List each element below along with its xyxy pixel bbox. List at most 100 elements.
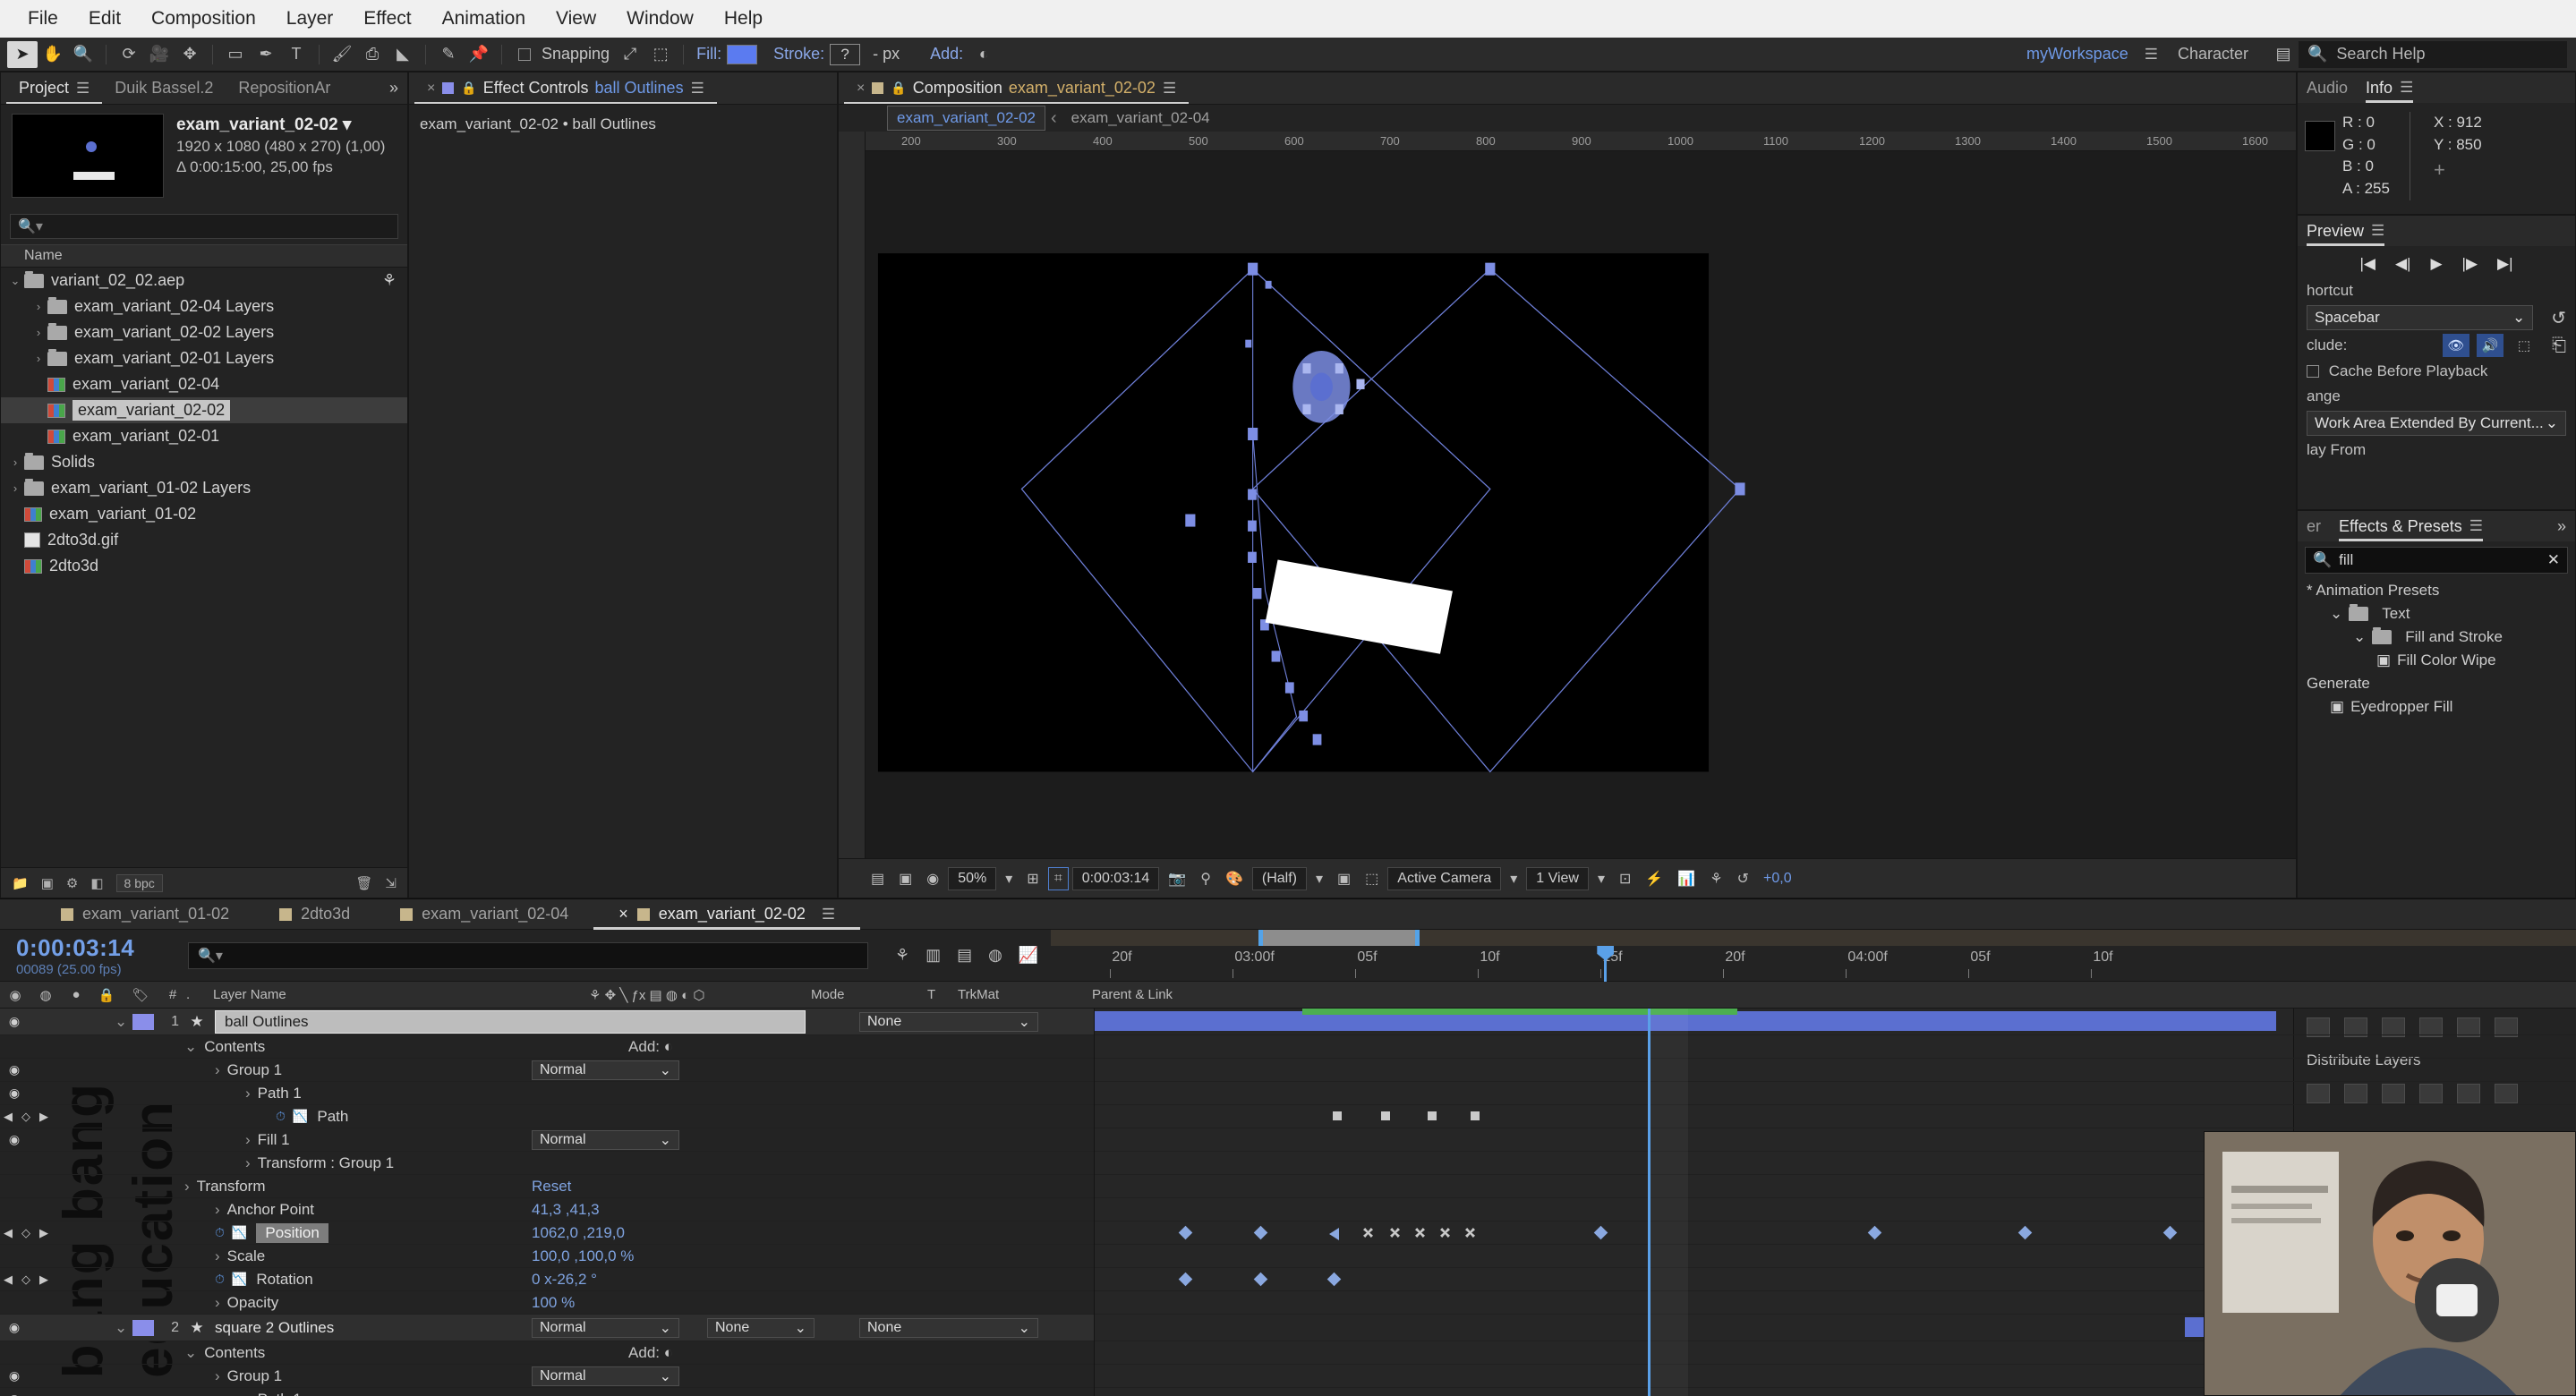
- property-label[interactable]: Position: [256, 1222, 328, 1243]
- transparency-toggle-icon[interactable]: ⬚: [1360, 867, 1384, 890]
- layer-label-color[interactable]: [132, 1319, 154, 1336]
- twirl-right-icon[interactable]: ›: [215, 1367, 220, 1385]
- graph-editor-icon[interactable]: 📈: [1019, 946, 1038, 965]
- clone-stamp-tool-icon[interactable]: ⎙: [357, 41, 388, 68]
- project-item[interactable]: ⌄ variant_02_02.aep ⚘: [1, 268, 407, 294]
- close-icon[interactable]: ×: [857, 81, 865, 97]
- timeline-tab[interactable]: exam_variant_01-02: [36, 899, 254, 930]
- twirl-down-icon[interactable]: ⌄: [184, 1038, 197, 1056]
- new-comp-icon[interactable]: ▣: [41, 875, 54, 891]
- keyframe-marker[interactable]: [1471, 1111, 1480, 1120]
- character-panel-tab[interactable]: Character: [2178, 45, 2248, 64]
- include-video-icon[interactable]: 👁: [2443, 334, 2469, 357]
- snap-vertex-icon[interactable]: ⤢: [615, 41, 645, 68]
- property-value[interactable]: 1062,0 ,219,0: [532, 1224, 625, 1242]
- parent-link-select[interactable]: None ⌄: [859, 1317, 1038, 1338]
- camera-tool-icon[interactable]: 🎥: [144, 41, 175, 68]
- project-item[interactable]: › exam_variant_02-01 Layers: [1, 345, 407, 371]
- project-search-input[interactable]: 🔍▾: [10, 214, 398, 239]
- cache-before-playback-checkbox-icon[interactable]: [2307, 365, 2319, 378]
- visibility-eye-icon[interactable]: ◉: [0, 1392, 29, 1396]
- keyframe-marker[interactable]: [1440, 1228, 1450, 1238]
- keyframe-navigator[interactable]: ◀ ◇ ▶: [4, 1226, 66, 1240]
- keyframe-track[interactable]: [1095, 1105, 2576, 1128]
- twirl-right-icon[interactable]: ›: [245, 1154, 251, 1172]
- hide-shy-layers-icon[interactable]: ▤: [957, 946, 972, 965]
- keyframe-marker[interactable]: [1867, 1225, 1882, 1240]
- composition-viewer[interactable]: 200 300 400 500 600 700 800 900 1000 1100 1200 1300…: [839, 132, 2296, 898]
- twirl-right-icon[interactable]: ›: [245, 1085, 251, 1102]
- anchor-point-tool-icon[interactable]: ✥: [175, 41, 205, 68]
- parent-link-select[interactable]: None ⌄: [859, 1011, 1038, 1032]
- tab-duik-bassel[interactable]: Duik Bassel.2: [102, 72, 226, 104]
- twirl-down-icon[interactable]: ⌄: [115, 1013, 132, 1031]
- search-help-field[interactable]: 🔍 Search Help: [2299, 40, 2567, 68]
- composition-menu-icon[interactable]: ☰: [1163, 80, 1176, 98]
- visibility-eye-icon[interactable]: ◉: [0, 1085, 29, 1101]
- project-item-list[interactable]: ⌄ variant_02_02.aep ⚘ › exam_variant_02-04 L…: [1, 268, 407, 867]
- timeline-menu-icon[interactable]: ☰: [822, 906, 835, 924]
- current-time-display[interactable]: 0:00:03:14: [1071, 866, 1160, 890]
- workspace-menu-icon[interactable]: ☰: [2145, 46, 2158, 64]
- next-keyframe-icon[interactable]: ▶: [39, 1273, 48, 1287]
- delete-icon[interactable]: 🗑: [355, 875, 372, 891]
- effects-preset-item[interactable]: Generate: [2298, 672, 2575, 695]
- tab-prev-partial[interactable]: er: [2307, 517, 2321, 536]
- project-item[interactable]: › Solids: [1, 449, 407, 475]
- resolution-dropdown-icon[interactable]: ▾: [1310, 867, 1328, 890]
- lock-icon[interactable]: 🔒: [891, 81, 906, 96]
- tab-preview[interactable]: Preview ☰: [2307, 216, 2384, 246]
- effects-presets-menu-icon[interactable]: ☰: [2469, 517, 2483, 535]
- toggle-transparency-grid-icon[interactable]: ▤: [866, 867, 890, 890]
- keyframe-navigator[interactable]: ◀ ◇ ▶: [4, 1273, 66, 1287]
- effects-preset-item[interactable]: ▣ Eyedropper Fill: [2298, 695, 2575, 719]
- preview-range-select[interactable]: Work Area Extended By Current... ⌄: [2307, 411, 2566, 436]
- camera-view-select[interactable]: Active Camera: [1387, 866, 1502, 890]
- camera-dropdown-icon[interactable]: ▾: [1505, 867, 1523, 890]
- timeline-property-row[interactable]: › Transform : Group 1: [0, 1152, 1094, 1175]
- playhead[interactable]: [1597, 945, 1615, 982]
- project-flow-icon[interactable]: ⇲: [385, 875, 397, 891]
- keyframe-track[interactable]: [1095, 1059, 2576, 1082]
- twirl-right-icon[interactable]: ›: [30, 352, 47, 365]
- work-area-selection[interactable]: [1258, 929, 1420, 946]
- zoom-tool-icon[interactable]: 🔍: [68, 41, 98, 68]
- twirl-right-icon[interactable]: ›: [30, 300, 47, 313]
- tab-audio[interactable]: Audio: [2307, 79, 2348, 98]
- visibility-eye-icon[interactable]: ◉: [0, 1132, 29, 1147]
- graph-editor-icon[interactable]: 📉: [293, 1109, 308, 1124]
- play-icon[interactable]: ▶: [2430, 255, 2442, 273]
- blend-mode-select[interactable]: Normal ⌄: [532, 1060, 679, 1080]
- type-tool-icon[interactable]: T: [281, 41, 311, 68]
- timeline-layer-row[interactable]: ◉ ⌄ 1 ★ ball Outlines None ⌄: [0, 1009, 1094, 1035]
- menu-item-animation[interactable]: Animation: [427, 0, 541, 38]
- exposure-value[interactable]: +0,0: [1758, 867, 1797, 890]
- add-property-button[interactable]: Add: ◐: [628, 1038, 1094, 1056]
- keyframe-marker[interactable]: [1178, 1272, 1193, 1287]
- region-of-interest-icon[interactable]: ⌗: [1047, 866, 1069, 890]
- stroke-width-value[interactable]: - px: [873, 45, 900, 64]
- chat-widget-button[interactable]: [2415, 1258, 2499, 1342]
- layer-name-input[interactable]: ball Outlines: [215, 1009, 806, 1034]
- stopwatch-icon[interactable]: ⏱: [215, 1272, 225, 1287]
- lock-icon[interactable]: 🔒: [461, 81, 476, 96]
- twirl-down-icon[interactable]: ⌄: [2353, 628, 2366, 646]
- keyframe-marker[interactable]: [1593, 1225, 1608, 1240]
- keyframe-marker[interactable]: [1415, 1228, 1425, 1238]
- twirl-right-icon[interactable]: ›: [245, 1131, 251, 1149]
- region-interest-toggle-icon[interactable]: ▣: [1332, 867, 1356, 890]
- preview-shortcut-select[interactable]: Spacebar ⌄: [2307, 305, 2534, 330]
- composition-mini-flowchart-icon[interactable]: ⚘: [895, 946, 909, 965]
- tab-effects-presets[interactable]: Effects & Presets ☰: [2339, 511, 2483, 541]
- rotation-tool-icon[interactable]: ⟳: [114, 41, 144, 68]
- previous-keyframe-icon[interactable]: ◀: [4, 1273, 13, 1287]
- pixel-aspect-icon[interactable]: ⊡: [1614, 867, 1636, 890]
- property-value[interactable]: 100 %: [532, 1294, 575, 1312]
- motion-blur-icon[interactable]: ◍: [988, 946, 1002, 965]
- twirl-right-icon[interactable]: ›: [184, 1178, 190, 1196]
- timeline-tab[interactable]: exam_variant_02-04: [375, 899, 593, 930]
- menu-item-edit[interactable]: Edit: [73, 0, 136, 38]
- next-keyframe-icon[interactable]: ▶: [39, 1226, 48, 1240]
- zoom-level-select[interactable]: 50%: [948, 866, 997, 890]
- project-item[interactable]: › exam_variant_02-02 Layers: [1, 319, 407, 345]
